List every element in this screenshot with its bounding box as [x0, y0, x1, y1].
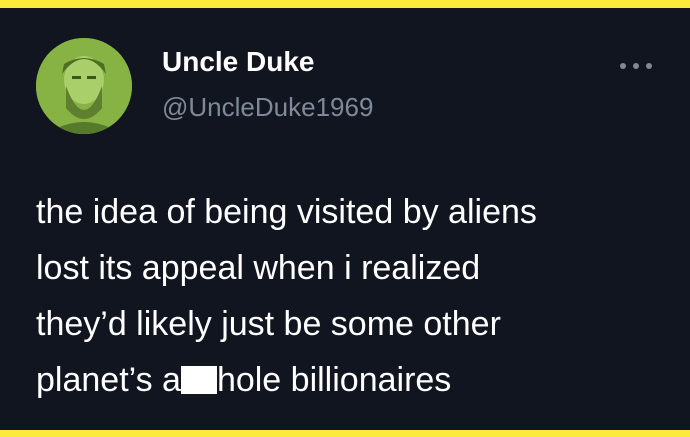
profile-avatar-icon — [36, 38, 132, 134]
tweet-line-4-end: hole billionaires — [216, 361, 452, 399]
tweet-line-4-start: planet’s a — [36, 361, 181, 399]
more-options-icon[interactable] — [616, 56, 656, 76]
tweet-line-3: they’d likely just be some other — [36, 305, 501, 343]
tweet-body: the idea of being visited by aliens lost… — [36, 184, 676, 408]
avatar[interactable] — [36, 38, 132, 134]
display-name[interactable]: Uncle Duke — [162, 46, 315, 78]
tweet-line-4: planet’s a hole billionaires — [36, 352, 676, 408]
tweet-line-2: lost its appeal when i realized — [36, 249, 481, 287]
user-handle[interactable]: @UncleDuke1969 — [162, 92, 373, 123]
tweet-line-1: the idea of being visited by aliens — [36, 193, 537, 231]
redaction-block — [180, 366, 217, 394]
tweet-card: Uncle Duke @UncleDuke1969 the idea of be… — [0, 8, 690, 430]
